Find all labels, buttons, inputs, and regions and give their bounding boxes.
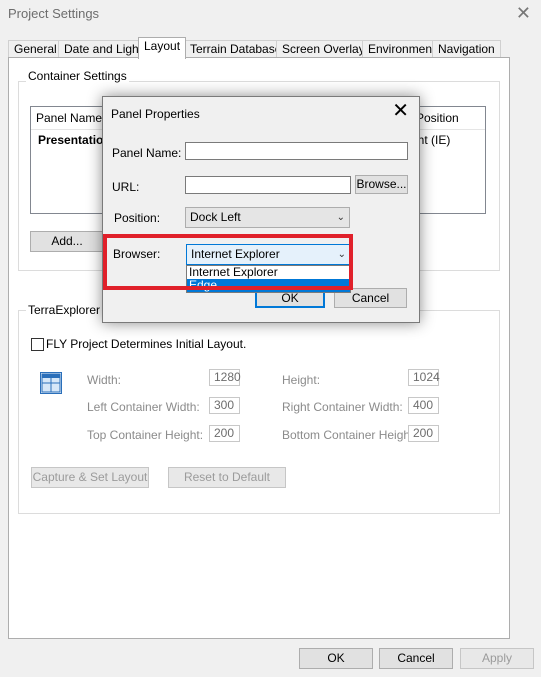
fly-layout-label: FLY Project Determines Initial Layout. bbox=[46, 337, 247, 351]
panel-name-label: Panel Name: bbox=[112, 146, 182, 160]
width-label: Width: bbox=[87, 373, 122, 387]
position-combo-value: Dock Left bbox=[190, 210, 241, 224]
bottom-container-height-field[interactable]: 200 bbox=[408, 425, 439, 442]
width-field[interactable]: 1280 bbox=[209, 369, 241, 386]
tab-terrain-database[interactable]: Terrain Database bbox=[184, 40, 288, 58]
bottom-container-height-label: Bottom Container Height: bbox=[282, 428, 417, 442]
height-label: Height: bbox=[282, 373, 321, 387]
dialog-title: Panel Properties bbox=[111, 107, 200, 121]
window-close-icon[interactable]: ✕ bbox=[516, 4, 531, 22]
right-container-width-field[interactable]: 400 bbox=[408, 397, 439, 414]
tab-general[interactable]: General bbox=[8, 40, 63, 58]
right-container-width-label: Right Container Width: bbox=[282, 400, 403, 414]
position-combo[interactable]: Dock Left ⌄ bbox=[185, 207, 350, 228]
position-label: Position: bbox=[114, 211, 161, 225]
tab-layout[interactable]: Layout bbox=[138, 37, 187, 59]
browse-button[interactable]: Browse... bbox=[355, 175, 408, 194]
height-field[interactable]: 1024 bbox=[408, 369, 440, 386]
row-panel-name: Presentation bbox=[38, 133, 111, 147]
col-position[interactable]: Position bbox=[411, 107, 484, 129]
layout-grid-icon bbox=[40, 372, 62, 394]
panel-name-field[interactable] bbox=[185, 142, 408, 160]
tab-environment[interactable]: Environment bbox=[362, 40, 442, 58]
reset-to-default-button[interactable]: Reset to Default bbox=[168, 467, 286, 488]
apply-button[interactable]: Apply bbox=[460, 648, 534, 669]
window-title: Project Settings bbox=[8, 6, 100, 21]
url-label: URL: bbox=[112, 180, 140, 194]
top-container-height-field[interactable]: 200 bbox=[209, 425, 240, 442]
tab-navigation[interactable]: Navigation bbox=[432, 40, 501, 58]
cancel-button[interactable]: Cancel bbox=[379, 648, 453, 669]
add-panel-button[interactable]: Add... bbox=[30, 231, 104, 252]
container-settings-label: Container Settings bbox=[26, 69, 129, 83]
ok-button[interactable]: OK bbox=[299, 648, 373, 669]
url-field[interactable] bbox=[185, 176, 351, 194]
dialog-close-icon[interactable]: ✕ bbox=[392, 101, 409, 121]
tab-date-and-light[interactable]: Date and Light bbox=[58, 40, 149, 58]
left-container-width-field[interactable]: 300 bbox=[209, 397, 240, 414]
capture-set-layout-button[interactable]: Capture & Set Layout bbox=[31, 467, 149, 488]
left-container-width-label: Left Container Width: bbox=[87, 400, 200, 414]
tab-screen-overlay[interactable]: Screen Overlay bbox=[276, 40, 371, 58]
top-container-height-label: Top Container Height: bbox=[87, 428, 204, 442]
annotation-highlight-box bbox=[103, 234, 353, 290]
chevron-down-icon: ⌄ bbox=[336, 212, 345, 223]
fly-layout-checkbox[interactable] bbox=[31, 338, 44, 351]
